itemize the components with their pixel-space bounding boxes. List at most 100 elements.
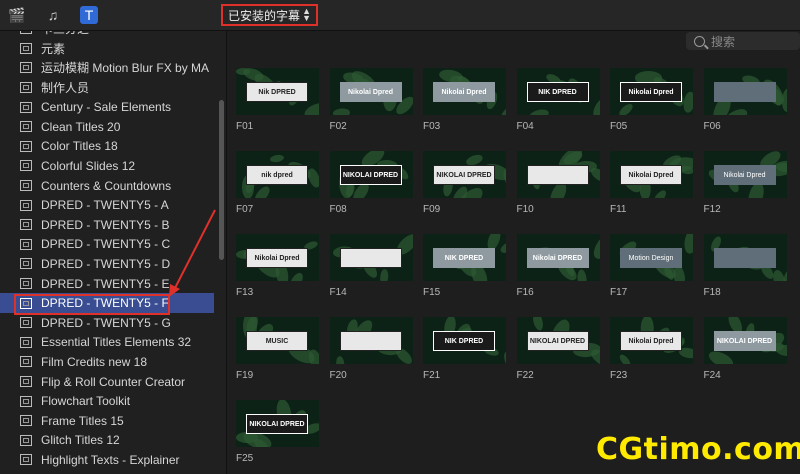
sidebar-item[interactable]: Colorful Slides 12: [0, 156, 214, 176]
toolbar: 🎬 ♫ T 已安装的字幕 ▲ ▼: [0, 0, 800, 31]
title-pack-icon: [20, 415, 32, 427]
sidebar-item-label: 制作人员: [41, 81, 90, 96]
sidebar-item[interactable]: Essential Titles Elements 32: [0, 333, 214, 353]
title-pack-icon: [20, 31, 32, 35]
title-thumbnail[interactable]: Nikolai Dpred F23: [610, 317, 693, 381]
thumbnail-title-card: Nikolai Dpred: [246, 248, 308, 268]
sidebar-item[interactable]: Highlight Texts - Explainer: [0, 450, 214, 470]
sidebar-item[interactable]: Century - Sale Elements: [0, 97, 214, 117]
title-thumbnail[interactable]: NIKOLAI DPRED F09: [423, 151, 506, 215]
sidebar-item[interactable]: Frame Titles 15: [0, 411, 214, 431]
sidebar-item[interactable]: 运动模糊 Motion Blur FX by MA: [0, 58, 214, 78]
title-thumbnail[interactable]: NIK DPRED F04: [516, 68, 600, 132]
sidebar-item-label: Century - Sale Elements: [41, 100, 172, 115]
thumbnail-image: Nikolai Dpred: [423, 68, 506, 115]
title-thumbnail[interactable]: nik dpred F07: [236, 151, 319, 215]
sidebar-item[interactable]: Flowchart Toolkit: [0, 391, 214, 411]
titles-icon[interactable]: T: [80, 6, 98, 24]
titles-category-dropdown[interactable]: 已安装的字幕 ▲ ▼: [221, 4, 318, 26]
sidebar-item-label: Film Credits new 18: [41, 354, 148, 369]
title-thumbnail[interactable]: NIKOLAI DPRED F25: [236, 400, 319, 464]
title-pack-icon: [20, 434, 32, 446]
sidebar-item[interactable]: Clean Titles 20: [0, 117, 214, 137]
thumbnail-title-card: Nikolai Dpred: [620, 165, 682, 185]
sidebar-item[interactable]: DPRED - TWENTY5 - A: [0, 195, 214, 215]
search-placeholder: 搜索: [711, 34, 736, 49]
sidebar-item-label: 卡三分之一: [41, 31, 101, 37]
thumbnail-label: F25: [236, 453, 254, 464]
title-thumbnail[interactable]: F18: [703, 234, 787, 298]
thumbnail-label: F11: [610, 204, 627, 215]
thumbnail-label: F03: [423, 121, 441, 132]
sidebar-item-label: Highlight Texts - Explainer: [41, 452, 180, 467]
thumbnail-label: F05: [610, 121, 628, 132]
thumbnail-label: F06: [703, 121, 721, 132]
thumbnail-label: F07: [236, 204, 254, 215]
sidebar-scrollbar[interactable]: [219, 100, 224, 260]
title-thumbnail[interactable]: NIKOLAI DPRED F08: [329, 151, 413, 215]
sidebar-item[interactable]: Color Titles 18: [0, 137, 214, 157]
sidebar-item[interactable]: 元素: [0, 39, 214, 59]
thumbnail-image: NIKOLAI DPRED: [236, 400, 319, 447]
sidebar-item[interactable]: DPRED - TWENTY5 - E: [0, 274, 214, 294]
thumbnail-label: F14: [329, 287, 347, 298]
sidebar-item-label: DPRED - TWENTY5 - A: [41, 198, 169, 213]
thumbnail-image: Nikolai Dpred: [610, 68, 693, 115]
title-pack-icon: [20, 376, 32, 388]
thumbnail-label: F20: [329, 370, 347, 381]
sidebar-item[interactable]: DPRED - TWENTY5 - G: [0, 313, 214, 333]
title-thumbnail[interactable]: NIK DPRED F21: [423, 317, 506, 381]
clapperboard-icon[interactable]: 🎬: [8, 6, 26, 24]
sidebar-item[interactable]: Glitch Titles 12: [0, 431, 214, 451]
chevron-updown-icon: ▲ ▼: [302, 6, 311, 23]
thumbnail-title-card: NIKOLAI DPRED: [433, 165, 495, 185]
sidebar-item[interactable]: Flip & Roll Counter Creator: [0, 372, 214, 392]
title-thumbnail[interactable]: F06: [703, 68, 787, 132]
sidebar-item-label: DPRED - TWENTY5 - G: [41, 315, 171, 330]
thumbnail-label: F15: [423, 287, 441, 298]
thumbnail-image: Nikolai DPRED: [516, 234, 600, 281]
title-thumbnail[interactable]: F10: [516, 151, 600, 215]
title-pack-icon: [20, 219, 32, 231]
music-notes-icon[interactable]: ♫: [44, 6, 62, 24]
title-thumbnail[interactable]: Nik DPRED F01: [236, 68, 319, 132]
title-thumbnail[interactable]: F14: [329, 234, 413, 298]
title-thumbnail[interactable]: Nikolai Dpred F05: [610, 68, 693, 132]
title-thumbnail[interactable]: Nikolai Dpred F13: [236, 234, 319, 298]
sidebar-item[interactable]: 卡三分之一: [0, 31, 214, 39]
sidebar-item[interactable]: Counters & Countdowns: [0, 176, 214, 196]
sidebar-item-label: Counters & Countdowns: [41, 178, 172, 193]
sidebar-item[interactable]: Film Credits new 18: [0, 352, 214, 372]
sidebar-item[interactable]: DPRED - TWENTY5 - B: [0, 215, 214, 235]
thumbnail-label: F08: [329, 204, 347, 215]
title-thumbnail[interactable]: NIK DPRED F15: [423, 234, 506, 298]
title-thumbnail[interactable]: NIKOLAI DPRED F24: [703, 317, 787, 381]
title-thumbnail[interactable]: NIKOLAI DPRED F22: [516, 317, 600, 381]
sidebar-item[interactable]: 制作人员: [0, 78, 214, 98]
thumbnail-image: Nikolai Dpred: [610, 317, 693, 364]
thumbnail-image: NIK DPRED: [423, 317, 506, 364]
thumbnail-image: [516, 151, 600, 198]
sidebar-item[interactable]: DPRED - TWENTY5 - C: [0, 235, 214, 255]
thumbnail-image: Motion Design: [610, 234, 693, 281]
title-thumbnail[interactable]: Nikolai Dpred F11: [610, 151, 693, 215]
thumbnail-label: F17: [610, 287, 628, 298]
title-thumbnail[interactable]: Nikolai Dpred F03: [423, 68, 506, 132]
sidebar-item-label: Color Titles 18: [41, 139, 118, 154]
title-thumbnail[interactable]: F20: [329, 317, 413, 381]
title-thumbnail[interactable]: Motion Design F17: [610, 234, 693, 298]
search-input[interactable]: 搜索: [686, 32, 800, 50]
sidebar: 卡三分之一元素运动模糊 Motion Blur FX by MA 制作人员 Cent…: [0, 31, 227, 474]
thumbnail-title-card: [713, 248, 776, 268]
thumbnail-image: Nikolai Dpred: [236, 234, 319, 281]
title-thumbnail[interactable]: Nikolai DPRED F16: [516, 234, 600, 298]
thumbnail-image: [703, 234, 787, 281]
title-thumbnail[interactable]: Nikolai Dpred F02: [329, 68, 413, 132]
title-pack-icon: [20, 395, 32, 407]
title-pack-icon: [20, 42, 32, 54]
sidebar-item-label: DPRED - TWENTY5 - B: [41, 217, 170, 232]
title-thumbnail[interactable]: MUSIC F19: [236, 317, 319, 381]
title-thumbnail[interactable]: Nikolai Dpred F12: [703, 151, 787, 215]
thumbnail-title-card: Nikolai Dpred: [339, 82, 402, 102]
sidebar-item[interactable]: DPRED - TWENTY5 - D: [0, 254, 214, 274]
